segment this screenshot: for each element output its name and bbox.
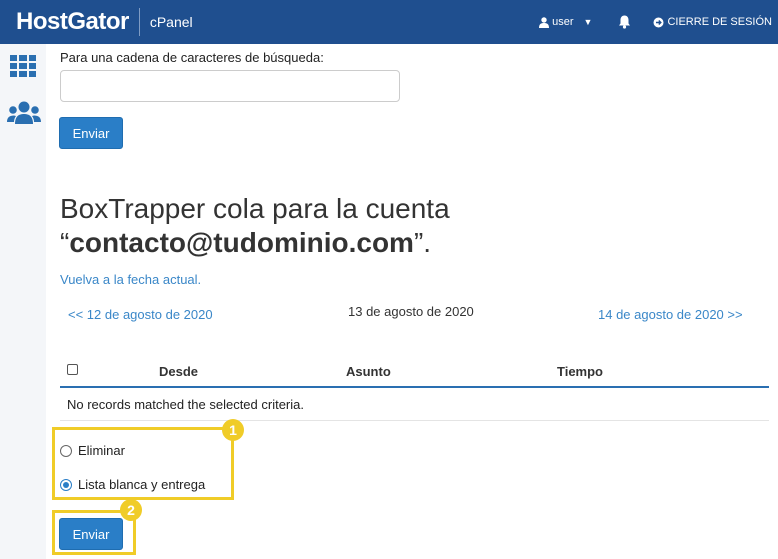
search-input[interactable] [60,70,400,102]
table-row: No records matched the selected criteria… [60,388,769,421]
sidebar [0,44,46,559]
top-bar: HostGator cPanel user ▼ CIERRE DE SESIÓN [0,0,778,44]
product-name: cPanel [149,14,193,30]
whitelist-deliver-option[interactable]: Lista blanca y entrega [60,477,205,492]
logout-button[interactable]: CIERRE DE SESIÓN [653,16,772,28]
back-to-today-link[interactable]: Vuelva a la fecha actual. [60,272,201,287]
title-prefix: BoxTrapper cola para la cuenta [60,193,450,224]
table-header: Desde Asunto Tiempo [60,355,769,388]
action-submit-button[interactable]: Enviar [59,518,123,550]
step-badge-2: 2 [120,499,142,521]
column-header-desde[interactable]: Desde [159,364,198,379]
grid-icon[interactable] [9,54,37,82]
whitelist-deliver-radio[interactable] [60,478,72,491]
next-date-link[interactable]: 14 de agosto de 2020 >> [598,307,743,322]
whitelist-deliver-option-label: Lista blanca y entrega [78,477,206,492]
delete-radio[interactable] [60,444,72,457]
chevron-down-icon: ▼ [583,17,593,27]
search-submit-button[interactable]: Enviar [59,117,123,149]
user-menu[interactable]: user ▼ [539,16,592,28]
column-header-tiempo[interactable]: Tiempo [557,364,603,379]
hostgator-logo[interactable]: HostGator [16,8,129,36]
title-open-quote: “ [60,227,70,258]
current-date: 13 de agosto de 2020 [348,304,474,319]
bell-icon [619,15,631,29]
page-title: BoxTrapper cola para la cuenta “contacto… [60,192,450,260]
select-all-checkbox[interactable] [67,364,78,375]
users-icon[interactable] [7,100,41,130]
user-icon [539,16,550,28]
search-label: Para una cadena de caracteres de búsqued… [60,50,324,65]
logout-label: CIERRE DE SESIÓN [667,16,772,28]
logout-icon [653,17,664,27]
delete-option-label: Eliminar [78,443,125,458]
delete-option[interactable]: Eliminar [60,443,125,458]
title-close-quote: ”. [413,227,432,258]
empty-message: No records matched the selected criteria… [67,397,304,412]
logo-divider [138,8,140,36]
user-label: user [552,16,574,28]
notifications-button[interactable] [618,15,631,29]
column-header-asunto[interactable]: Asunto [346,364,391,379]
step-badge-1: 1 [222,419,244,441]
account-email: contacto@tudominio.com [69,227,414,258]
previous-date-link[interactable]: << 12 de agosto de 2020 [68,307,213,322]
queue-table: Desde Asunto Tiempo No records matched t… [60,355,769,421]
header-actions: user ▼ CIERRE DE SESIÓN [539,15,778,29]
